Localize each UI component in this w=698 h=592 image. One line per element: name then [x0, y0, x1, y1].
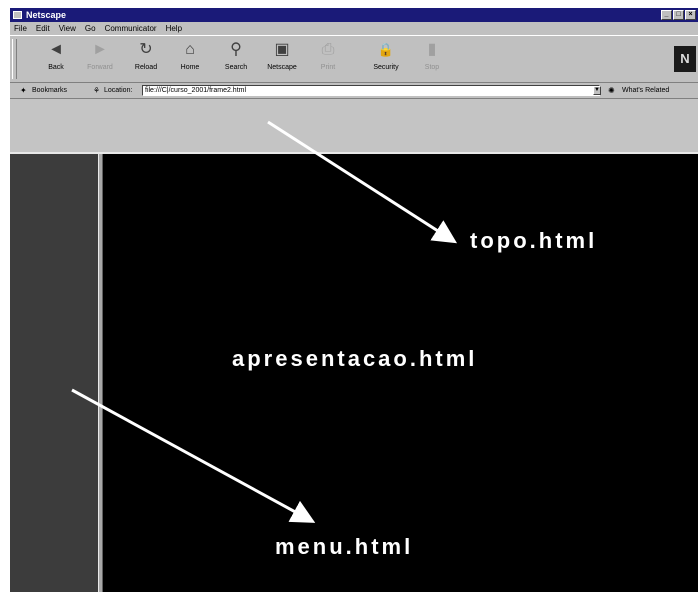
- home-button[interactable]: ⌂ Home: [168, 38, 212, 80]
- stop-icon: ▮: [427, 41, 437, 58]
- menu-file[interactable]: File: [14, 24, 27, 33]
- whats-related-button[interactable]: What's Related: [622, 87, 669, 94]
- stop-label: Stop: [424, 64, 440, 71]
- main-frame: [103, 154, 698, 592]
- window-title: Netscape: [26, 10, 67, 20]
- home-icon: ⌂: [185, 41, 195, 58]
- forward-icon: ►: [92, 41, 108, 58]
- title-bar[interactable]: Netscape _ □ ×: [10, 8, 698, 22]
- security-button[interactable]: 🔒 Security: [364, 38, 408, 80]
- whats-related-icon: ✺: [608, 86, 615, 95]
- bookmarks-button[interactable]: Bookmarks: [32, 87, 67, 94]
- toolbar-grip[interactable]: [12, 39, 17, 79]
- home-label: Home: [180, 64, 200, 71]
- page-proxy-icon[interactable]: ⚘: [93, 86, 100, 95]
- print-label: Print: [320, 64, 336, 71]
- menu-frame-label: menu.html: [275, 534, 414, 559]
- location-label: Location:: [104, 87, 133, 94]
- netscape-logo: N: [674, 46, 696, 72]
- browser-window: Netscape _ □ × File Edit View Go Communi…: [10, 8, 698, 592]
- menu-communicator[interactable]: Communicator: [105, 24, 157, 33]
- netscape-button[interactable]: ▣ Netscape: [260, 38, 304, 80]
- navigation-toolbar: ◄ Back ► Forward ↻ Reload ⌂ Home ⚲ Searc…: [10, 35, 698, 83]
- netscape-icon: ▣: [274, 41, 290, 58]
- menu-frame: [10, 154, 98, 592]
- menu-view[interactable]: View: [59, 24, 76, 33]
- top-frame: [10, 99, 698, 154]
- top-frame-label: topo.html: [470, 228, 598, 253]
- window-controls: _ □ ×: [661, 10, 696, 20]
- close-button[interactable]: ×: [685, 10, 696, 20]
- search-label: Search: [224, 64, 248, 71]
- netscape-app-icon: [13, 11, 22, 19]
- stop-button[interactable]: ▮ Stop: [410, 38, 454, 80]
- location-input[interactable]: file:///C|/curso_2001/frame2.html: [142, 85, 600, 96]
- minimize-button[interactable]: _: [661, 10, 672, 20]
- lock-icon: 🔒: [377, 42, 395, 57]
- bookmarks-icon: ✦: [20, 86, 27, 95]
- reload-label: Reload: [134, 64, 158, 71]
- location-dropdown-button[interactable]: ▼: [593, 86, 601, 95]
- maximize-button[interactable]: □: [673, 10, 684, 20]
- main-frame-label: apresentacao.html: [232, 346, 478, 371]
- reload-button[interactable]: ↻ Reload: [124, 38, 168, 80]
- back-button[interactable]: ◄ Back: [34, 38, 78, 80]
- forward-label: Forward: [87, 64, 113, 71]
- search-button[interactable]: ⚲ Search: [214, 38, 258, 80]
- back-icon: ◄: [48, 41, 64, 58]
- menu-go[interactable]: Go: [85, 24, 96, 33]
- search-icon: ⚲: [230, 41, 242, 58]
- forward-button[interactable]: ► Forward: [78, 38, 122, 80]
- menu-help[interactable]: Help: [166, 24, 182, 33]
- location-toolbar: ✦ Bookmarks ⚘ Location: file:///C|/curso…: [10, 83, 698, 99]
- back-label: Back: [48, 64, 64, 71]
- menu-edit[interactable]: Edit: [36, 24, 50, 33]
- security-label: Security: [373, 64, 399, 71]
- print-button[interactable]: ⎙ Print: [306, 38, 350, 80]
- print-icon: ⎙: [321, 41, 335, 58]
- menu-bar: File Edit View Go Communicator Help: [10, 22, 698, 35]
- reload-icon: ↻: [139, 41, 153, 58]
- netscape-label: Netscape: [267, 64, 297, 71]
